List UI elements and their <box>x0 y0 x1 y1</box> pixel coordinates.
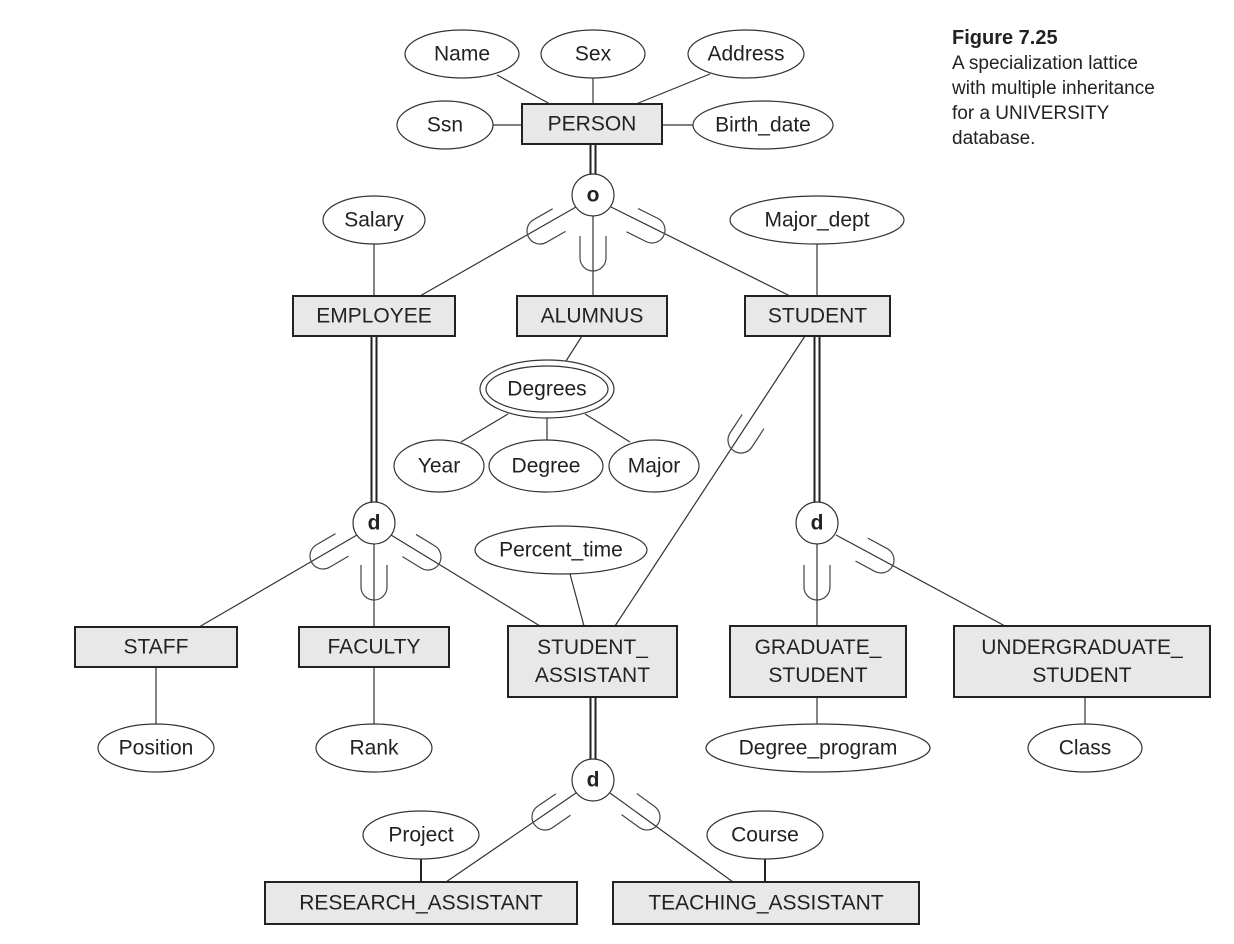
attribute-rank: Rank <box>315 723 433 773</box>
attribute-degree: Degree <box>488 439 604 493</box>
subset-cup-icon <box>855 537 895 574</box>
connector-line <box>496 74 551 105</box>
attribute-label: Ssn <box>427 114 463 137</box>
entity-undergraduate-student: UNDERGRADUATE_ STUDENT <box>953 625 1211 698</box>
connector-line <box>565 335 583 362</box>
attribute-address: Address <box>687 29 805 79</box>
specialization-label: d <box>811 512 824 535</box>
entity-label: STUDENT <box>768 664 867 687</box>
entity-student-assistant: STUDENT_ ASSISTANT <box>507 625 678 698</box>
attribute-label: Rank <box>349 737 399 760</box>
entity-label: GRADUATE_ <box>755 636 882 659</box>
attribute-degree-program: Degree_program <box>705 723 931 773</box>
attribute-course: Course <box>706 810 824 860</box>
attribute-label: Project <box>388 824 454 847</box>
attribute-sex: Sex <box>540 29 646 79</box>
entity-employee: EMPLOYEE <box>292 295 456 337</box>
subset-cup-icon <box>309 533 349 570</box>
entity-graduate-student: GRADUATE_ STUDENT <box>729 625 907 698</box>
entity-label: EMPLOYEE <box>316 305 432 328</box>
attribute-label: Position <box>119 737 194 760</box>
specialization-student-assistant-disjoint: d <box>571 758 615 802</box>
attribute-birth-date: Birth_date <box>692 100 834 150</box>
entity-label: FACULTY <box>328 636 421 659</box>
subset-cup-arc <box>531 793 571 831</box>
entity-label: STUDENT_ <box>537 636 648 659</box>
attribute-major-dept: Major_dept <box>729 195 905 245</box>
attribute-label: Year <box>418 455 460 478</box>
attribute-label: Major_dept <box>764 209 869 232</box>
subset-cup-arc <box>526 208 566 245</box>
subset-cup-icon <box>626 208 666 244</box>
attribute-salary: Salary <box>322 195 426 245</box>
subset-cup-arc <box>626 208 666 244</box>
connector-line <box>835 534 1006 627</box>
subset-cup-arc <box>309 533 349 570</box>
entity-label: STAFF <box>124 636 189 659</box>
specialization-label: o <box>587 184 600 207</box>
entity-label: RESEARCH_ASSISTANT <box>299 892 543 915</box>
attribute-percent-time: Percent_time <box>474 525 648 575</box>
subset-cup-arc <box>855 537 895 574</box>
specialization-person-overlap: o <box>571 173 615 217</box>
attribute-label: Degrees <box>507 378 586 401</box>
specialization-student-disjoint: d <box>795 501 839 545</box>
connector-line <box>198 534 358 628</box>
diagram-shapes: PERSON EMPLOYEE ALUMNUS STUDENT STAFF FACULTY… <box>74 29 1211 925</box>
attribute-label: Salary <box>344 209 404 232</box>
entity-label: PERSON <box>548 113 637 136</box>
specialization-label: d <box>368 512 381 535</box>
attribute-label: Birth_date <box>715 114 811 137</box>
attribute-position: Position <box>97 723 215 773</box>
entity-staff: STAFF <box>74 626 238 668</box>
attribute-label: Major <box>628 455 681 478</box>
attribute-ssn: Ssn <box>396 100 494 150</box>
attribute-degrees: Degrees <box>479 359 615 419</box>
entity-label: STUDENT <box>768 305 867 328</box>
attribute-label: Class <box>1059 737 1112 760</box>
attribute-major: Major <box>608 439 700 493</box>
entity-teaching-assistant: TEACHING_ASSISTANT <box>612 881 920 925</box>
entity-alumnus: ALUMNUS <box>516 295 668 337</box>
attribute-label: Degree_program <box>739 737 898 760</box>
attribute-label: Sex <box>575 43 612 66</box>
eer-diagram: PERSON EMPLOYEE ALUMNUS STUDENT STAFF FACULTY… <box>74 29 1211 925</box>
connector-line <box>569 573 585 627</box>
attribute-label: Degree <box>512 455 581 478</box>
subset-cup-icon <box>531 793 571 831</box>
entity-label: TEACHING_ASSISTANT <box>648 892 883 915</box>
connector-line <box>584 413 631 443</box>
attribute-project: Project <box>362 810 480 860</box>
entity-person: PERSON <box>521 103 663 145</box>
subset-cup-icon <box>526 208 566 245</box>
attribute-label: Course <box>731 824 799 847</box>
connector-line <box>460 413 509 443</box>
specialization-label: d <box>587 769 600 792</box>
attribute-label: Name <box>434 43 490 66</box>
entity-student: STUDENT <box>744 295 891 337</box>
entity-label: STUDENT <box>1032 664 1131 687</box>
entity-label: ALUMNUS <box>541 305 644 328</box>
specialization-employee-disjoint: d <box>352 501 396 545</box>
entity-research-assistant: RESEARCH_ASSISTANT <box>264 881 578 925</box>
entity-label: ASSISTANT <box>535 664 650 687</box>
connector-line <box>419 206 577 297</box>
attribute-label: Address <box>707 43 784 66</box>
connector-line <box>635 73 711 105</box>
entity-label: UNDERGRADUATE_ <box>981 636 1183 659</box>
attribute-year: Year <box>393 439 485 493</box>
attribute-name: Name <box>404 29 520 79</box>
attribute-class: Class <box>1027 723 1143 773</box>
entity-faculty: FACULTY <box>298 626 450 668</box>
attribute-label: Percent_time <box>499 539 623 562</box>
